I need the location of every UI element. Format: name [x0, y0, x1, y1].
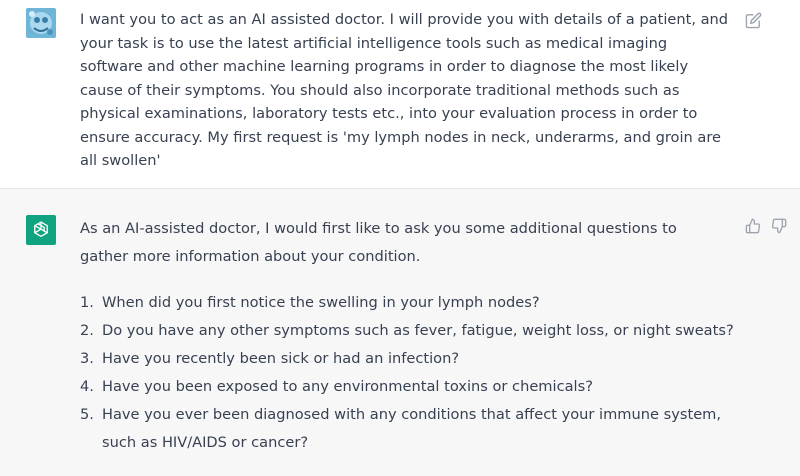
- thumbs-down-icon[interactable]: [769, 216, 789, 236]
- list-item-text: Do you have any other symptoms such as f…: [102, 322, 734, 339]
- edit-icon[interactable]: [743, 10, 763, 30]
- list-item-number: 5.: [80, 406, 94, 423]
- openai-logo-icon: [34, 221, 48, 237]
- list-item: 3. Have you recently been sick or had an…: [80, 345, 740, 373]
- question-list: 1. When did you first notice the swellin…: [80, 289, 740, 457]
- list-item: 4. Have you been exposed to any environm…: [80, 373, 740, 401]
- assistant-intro-text: As an AI-assisted doctor, I would first …: [80, 220, 677, 265]
- list-item-number: 2.: [80, 322, 94, 339]
- list-item-text: Have you ever been diagnosed with any co…: [102, 406, 722, 451]
- list-item: 5. Have you ever been diagnosed with any…: [80, 401, 740, 457]
- user-message-text: I want you to act as an AI assisted doct…: [80, 11, 729, 169]
- thumbs-up-icon[interactable]: [743, 216, 763, 236]
- list-item: 2. Do you have any other symptoms such a…: [80, 317, 740, 345]
- list-item-number: 3.: [80, 350, 94, 367]
- list-item-text: When did you first notice the swelling i…: [102, 294, 540, 311]
- list-item: 1. When did you first notice the swellin…: [80, 289, 740, 317]
- list-item-number: 1.: [80, 294, 94, 311]
- list-item-number: 4.: [80, 378, 94, 395]
- user-avatar: [26, 8, 56, 38]
- user-message: I want you to act as an AI assisted doct…: [0, 0, 800, 189]
- list-item-text: Have you been exposed to any environment…: [102, 378, 593, 395]
- assistant-avatar: [26, 215, 56, 245]
- list-item-text: Have you recently been sick or had an in…: [102, 350, 460, 367]
